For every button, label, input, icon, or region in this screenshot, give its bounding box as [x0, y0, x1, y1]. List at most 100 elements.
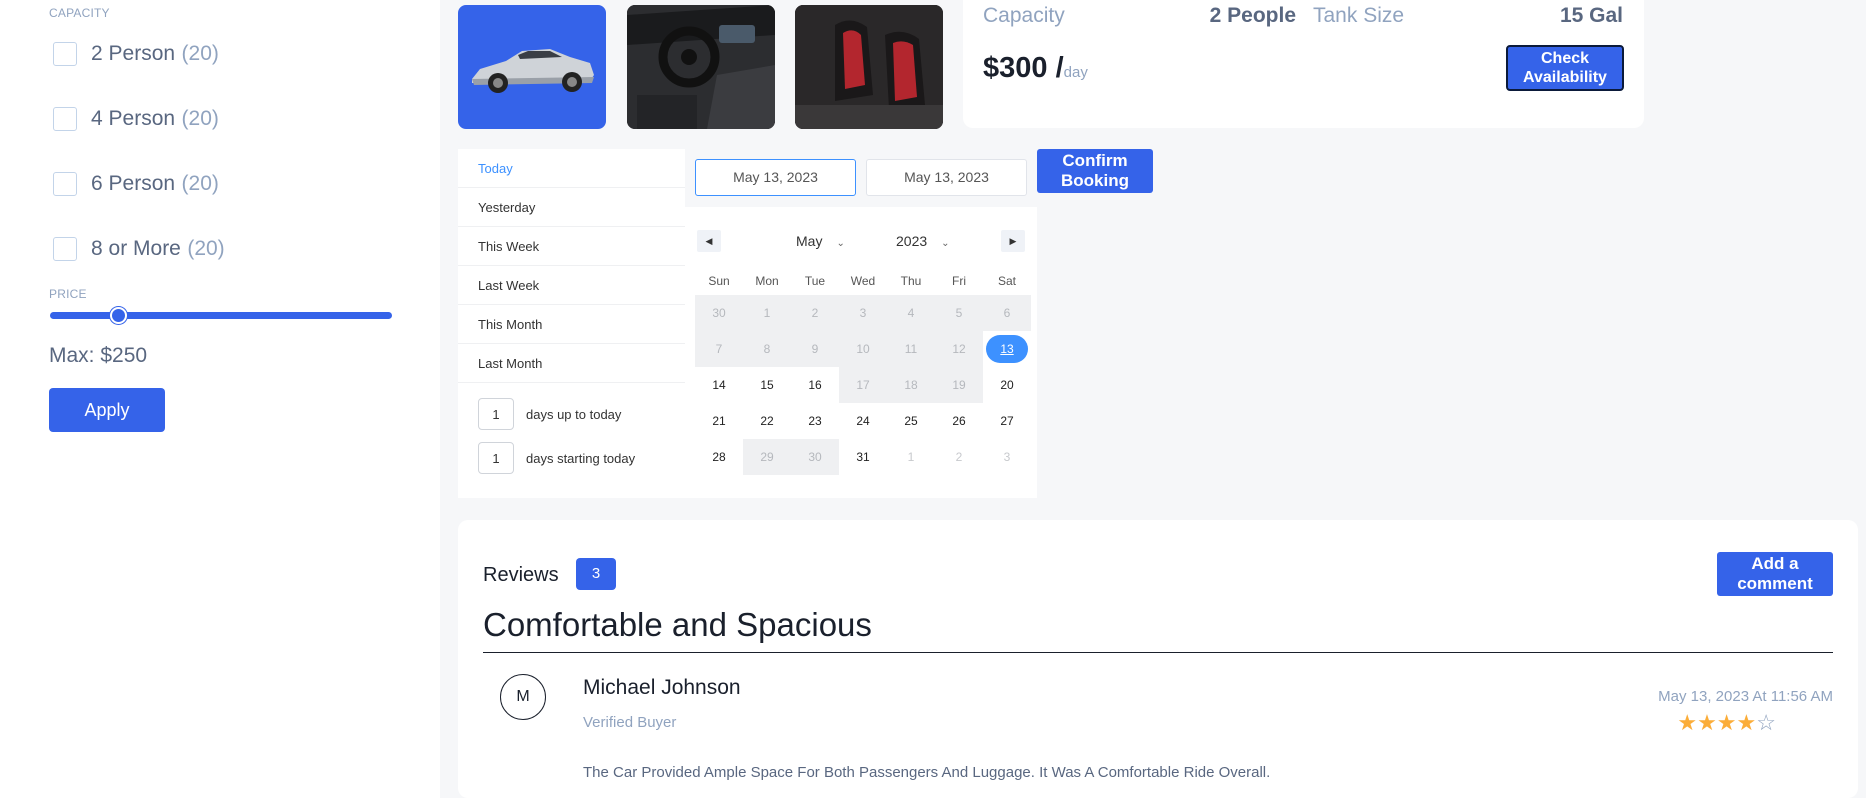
range-today[interactable]: Today [458, 149, 685, 188]
start-date-input[interactable]: May 13, 2023 [695, 159, 856, 196]
calendar-day[interactable]: 16 [791, 367, 839, 403]
capacity-checkbox[interactable] [53, 172, 77, 196]
capacity-checkbox[interactable] [53, 237, 77, 261]
range-last-week[interactable]: Last Week [458, 266, 685, 305]
calendar: ◀ May ⌄ 2023 ⌄ ▶ Sun Mon Tue Wed Thu Fri Sat 30 1 2… [685, 207, 1037, 498]
capacity-checkbox[interactable] [53, 107, 77, 131]
calendar-day[interactable]: 24 [839, 403, 887, 439]
price-slider[interactable] [50, 307, 392, 324]
avatar: M [500, 674, 546, 720]
weekday-header-sat: Sat [997, 274, 1016, 288]
capacity-option-label: 8 or More [91, 237, 181, 260]
calendar-day[interactable]: 31 [839, 439, 887, 475]
calendar-day: 30 [695, 295, 743, 331]
add-comment-button[interactable]: Add a comment [1717, 552, 1833, 596]
weekday-header-wed: Wed [850, 274, 876, 288]
year-select-value: 2023 [896, 233, 928, 249]
max-price-label: Max: $250 [49, 344, 148, 367]
calendar-day[interactable]: 25 [887, 403, 935, 439]
reviews-title: Reviews [483, 564, 559, 586]
capacity-option-4-person[interactable]: 4 Person (20) [53, 107, 219, 131]
calendar-day[interactable]: 22 [743, 403, 791, 439]
price-slider-track[interactable] [50, 312, 392, 319]
calendar-day[interactable]: 21 [695, 403, 743, 439]
calendar-day: 29 [743, 439, 791, 475]
days-up-to-today-row: days up to today [478, 398, 621, 430]
range-this-week[interactable]: This Week [458, 227, 685, 266]
weekday-header-fri: Fri [952, 274, 966, 288]
car-thumbnail-dashboard[interactable] [627, 5, 775, 129]
price-amount: $300 / [983, 52, 1064, 84]
tank-size-value: 15 Gal [1559, 4, 1623, 27]
car-thumbnail-seats[interactable] [795, 5, 943, 129]
month-select-value: May [796, 233, 823, 249]
review-text: The Car Provided Ample Space For Both Pa… [583, 764, 1271, 781]
calendar-day: 3 [839, 295, 887, 331]
calendar-day[interactable]: 27 [983, 403, 1031, 439]
car-exterior-image [472, 49, 594, 93]
price-slider-thumb[interactable] [110, 307, 128, 324]
weekday-header-thu: Thu [900, 274, 922, 288]
calendar-day: 10 [839, 331, 887, 367]
capacity-option-count: (20) [187, 237, 225, 260]
capacity-option-2-person[interactable]: 2 Person (20) [53, 42, 219, 66]
prev-month-icon[interactable]: ◀ [697, 230, 721, 252]
star-filled-icon: ★ [1736, 710, 1757, 735]
calendar-day: 12 [935, 331, 983, 367]
star-filled-icon: ★ [1716, 710, 1737, 735]
calendar-day: 30 [791, 439, 839, 475]
range-this-month[interactable]: This Month [458, 305, 685, 344]
capacity-label: Capacity [983, 4, 1065, 27]
days-up-to-today-label: days up to today [526, 406, 622, 422]
capacity-option-8-or-more[interactable]: 8 or More (20) [53, 237, 225, 261]
calendar-day: 2 [791, 295, 839, 331]
calendar-day: 6 [983, 295, 1031, 331]
capacity-option-count: (20) [181, 172, 219, 195]
range-last-month[interactable]: Last Month [458, 344, 685, 383]
reviewer-name: Michael Johnson [583, 676, 741, 699]
car-info-card: Capacity 2 People Tank Size 15 Gal $300 … [963, 0, 1644, 128]
calendar-day[interactable]: 26 [935, 403, 983, 439]
capacity-checkbox[interactable] [53, 42, 77, 66]
calendar-day[interactable]: 1 [887, 439, 935, 475]
calendar-day[interactable]: 23 [791, 403, 839, 439]
calendar-day: 17 [839, 367, 887, 403]
capacity-option-label: 4 Person [91, 107, 176, 130]
calendar-day: 9 [791, 331, 839, 367]
date-ranges-panel: Today Yesterday This Week Last Week This… [458, 149, 685, 498]
car-thumbnail-exterior[interactable] [458, 5, 606, 129]
end-date-input[interactable]: May 13, 2023 [866, 159, 1027, 196]
days-up-to-today-input[interactable] [478, 398, 514, 430]
range-yesterday[interactable]: Yesterday [458, 188, 685, 227]
tank-size-label: Tank Size [1313, 4, 1405, 27]
days-starting-today-label: days starting today [526, 450, 636, 466]
capacity-option-6-person[interactable]: 6 Person (20) [53, 172, 219, 196]
check-availability-button[interactable]: Check Availability [1506, 45, 1624, 91]
days-starting-today-row: days starting today [478, 442, 635, 474]
year-select[interactable]: 2023 ⌄ [896, 233, 950, 249]
calendar-day: 11 [887, 331, 935, 367]
days-starting-today-input[interactable] [478, 442, 514, 474]
calendar-day[interactable]: 28 [695, 439, 743, 475]
capacity-value: 2 People [1209, 4, 1296, 27]
capacity-option-count: (20) [181, 107, 219, 130]
month-select[interactable]: May ⌄ [796, 233, 845, 249]
weekday-header-tue: Tue [804, 274, 826, 288]
chevron-down-icon: ⌄ [836, 238, 845, 249]
apply-button[interactable]: Apply [49, 388, 165, 432]
calendar-day: 5 [935, 295, 983, 331]
calendar-day[interactable]: 15 [743, 367, 791, 403]
calendar-day: 18 [887, 367, 935, 403]
calendar-day[interactable]: 3 [983, 439, 1031, 475]
divider [483, 652, 1833, 653]
calendar-day[interactable]: 2 [935, 439, 983, 475]
calendar-day[interactable]: 14 [695, 367, 743, 403]
weekday-header-sun: Sun [708, 274, 730, 288]
calendar-day[interactable]: 13 [983, 331, 1031, 367]
star-filled-icon: ★ [1697, 710, 1717, 735]
review-date: May 13, 2023 At 11:56 AM [1658, 688, 1833, 705]
star-empty-icon: ☆ [1756, 710, 1776, 735]
next-month-icon[interactable]: ▶ [1001, 230, 1025, 252]
confirm-booking-button[interactable]: Confirm Booking [1037, 149, 1153, 193]
calendar-day[interactable]: 20 [983, 367, 1031, 403]
